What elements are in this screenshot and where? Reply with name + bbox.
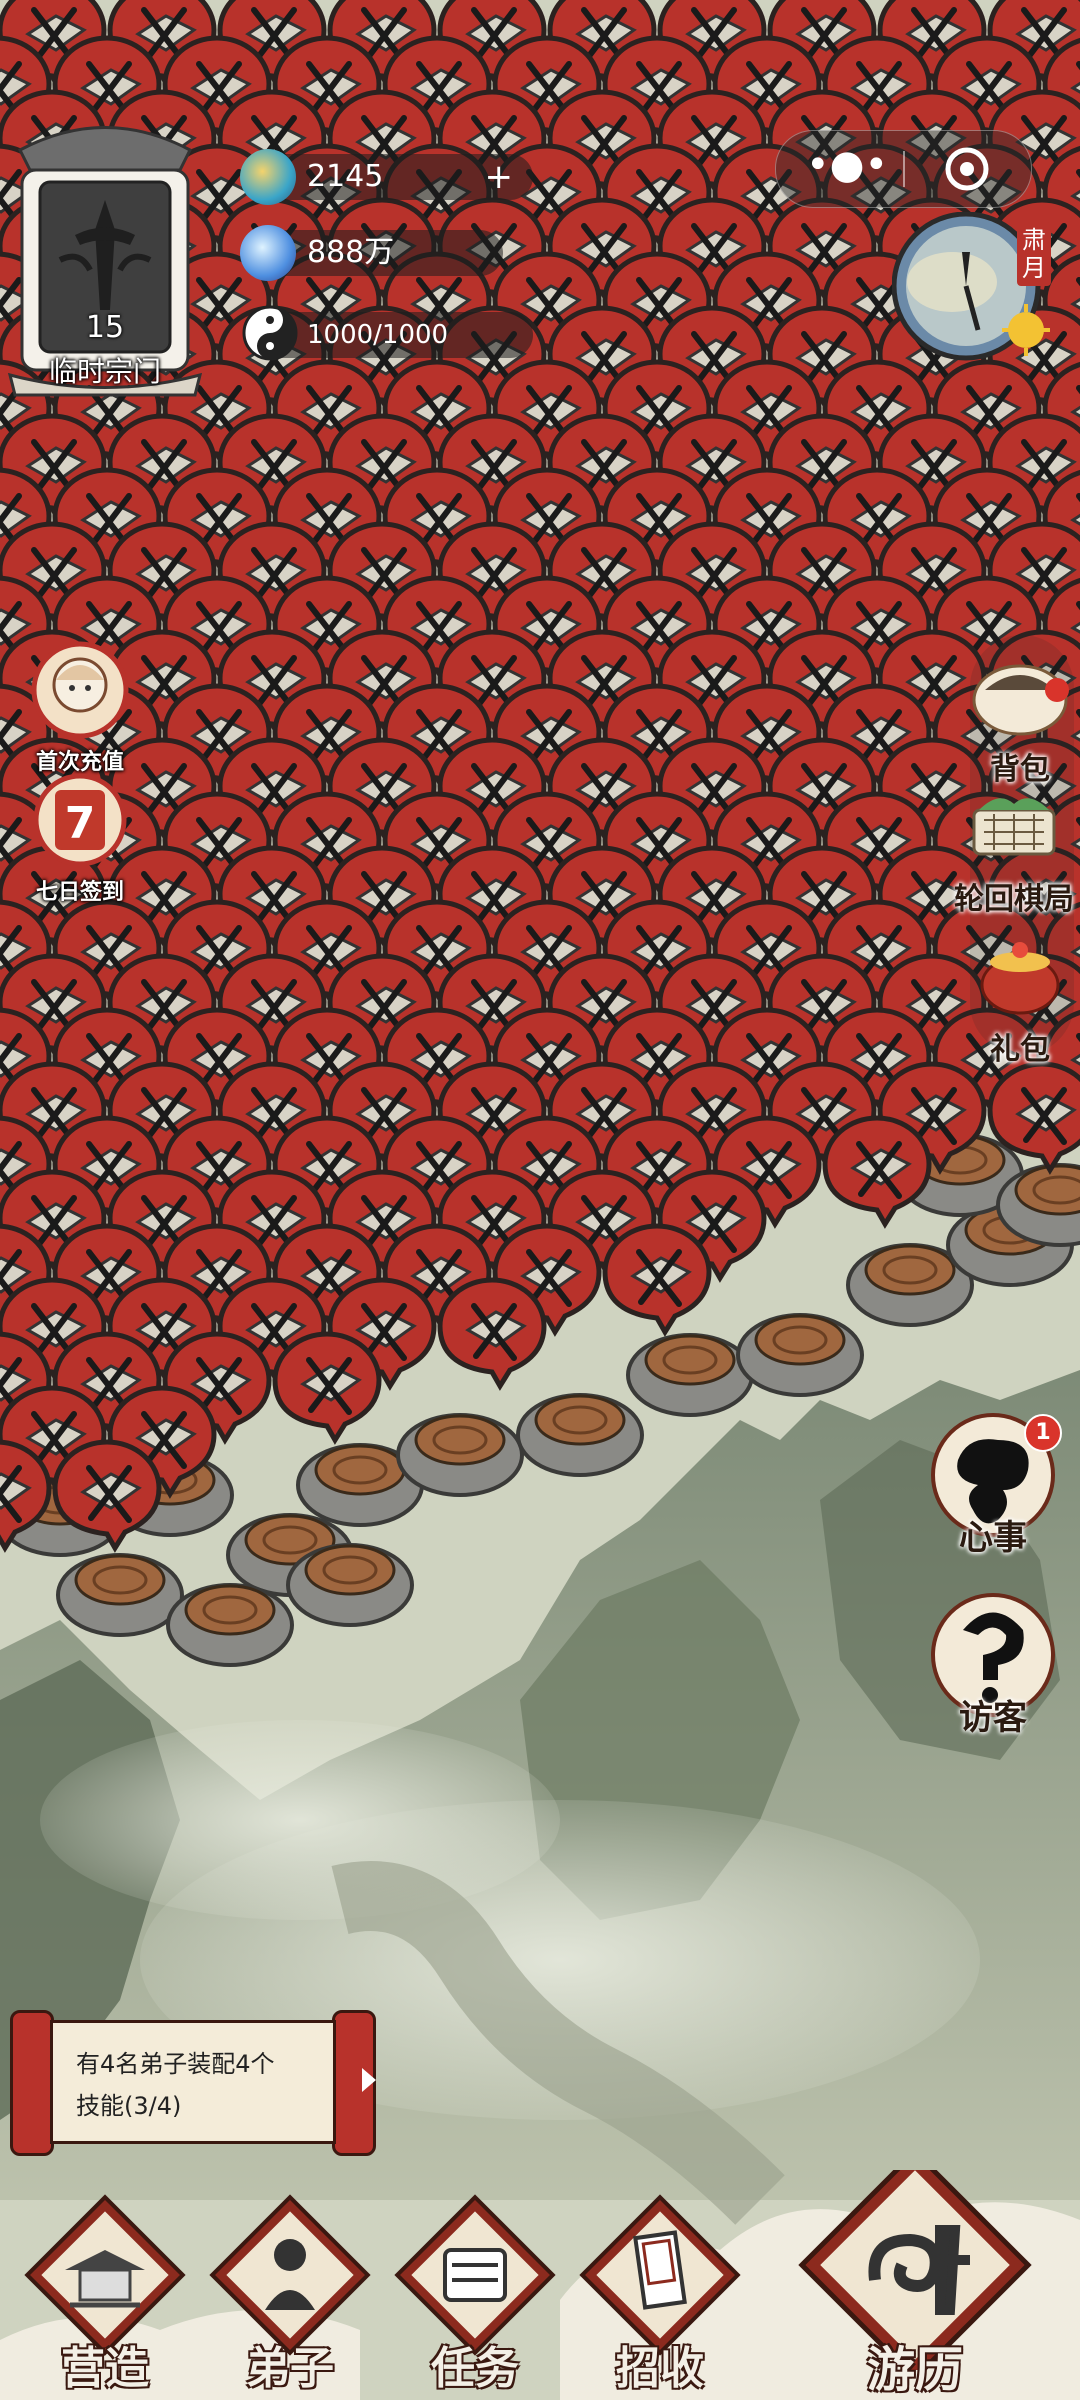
thoughts-badge: 1	[1024, 1414, 1062, 1452]
tree-stump	[166, 1583, 294, 1667]
scroll-arrow-icon	[362, 2068, 376, 2092]
seven-day-signin-button[interactable]: 7 七日签到	[20, 770, 140, 906]
nav-tasks-label: 任务	[431, 2343, 519, 2394]
scroll-paper	[50, 2020, 336, 2144]
nav-disciples-button[interactable]: 弟子	[205, 2190, 375, 2400]
seven-day-signin-label: 七日签到	[35, 880, 124, 905]
seven-day-signin-icon: 7	[33, 773, 127, 867]
visitors-label: 访客	[959, 1698, 1027, 1738]
thoughts-button[interactable]: 1 心事	[928, 1410, 1062, 1560]
backpack-label: 背包	[990, 752, 1050, 787]
scroll-left-roll	[10, 2010, 54, 2156]
first-recharge-button[interactable]: 首次充值	[20, 640, 140, 776]
taiji-icon	[242, 305, 298, 361]
gift-pot-icon	[980, 942, 1060, 1015]
more-dots-icon[interactable]: •●•	[806, 145, 888, 187]
sect-emblem[interactable]: 15 临时宗门	[0, 110, 210, 400]
nav-build-label: 营造	[61, 2343, 149, 2394]
reincarnation-chess-label: 轮回棋局	[954, 882, 1074, 917]
add-spirit-stone-button[interactable]: +	[485, 154, 514, 200]
tree-stump	[396, 1413, 524, 1497]
backpack-icon	[972, 664, 1069, 736]
quest-text-line1: 有4名弟子装配4个	[76, 2050, 275, 2078]
gift-pack-label: 礼包	[990, 1032, 1050, 1067]
crystal-value: 888万	[307, 235, 395, 270]
gift-pack-button[interactable]: 礼包	[960, 930, 1080, 1068]
capsule-divider	[903, 151, 905, 187]
chess-board-icon	[972, 798, 1056, 856]
first-recharge-icon	[31, 641, 129, 739]
nav-tasks-button[interactable]: 任务	[390, 2190, 560, 2400]
visitors-button[interactable]: 访客	[928, 1590, 1058, 1740]
backpack-button[interactable]: 背包	[960, 650, 1080, 788]
nav-recruit-label: 招收	[616, 2343, 704, 2394]
nav-recruit-button[interactable]: 招收	[575, 2190, 745, 2400]
miniprogram-capsule: •●•	[775, 130, 1032, 208]
crystal-icon	[240, 225, 296, 281]
tree-stump	[286, 1543, 414, 1627]
svg-text:7: 7	[65, 798, 96, 849]
sect-level: 15	[85, 310, 125, 345]
quest-text-line2: 技能(3/4)	[76, 2092, 182, 2120]
spirit-stone-value: 2145	[307, 159, 384, 194]
nav-disciples-label: 弟子	[246, 2343, 334, 2394]
season-label: 肃月	[1017, 222, 1051, 286]
sect-name: 临时宗门	[48, 355, 161, 388]
spirit-stone-icon	[240, 149, 296, 205]
nav-travel-label: 游历	[866, 2342, 963, 2398]
quest-scroll[interactable]: 有4名弟子装配4个 技能(3/4)	[10, 2010, 376, 2156]
nav-travel-button[interactable]: 游历	[790, 2148, 1040, 2400]
tree-stump	[626, 1333, 754, 1417]
target-close-icon[interactable]	[944, 146, 990, 192]
bottom-nav: 营造 弟子 任务 招收 游历	[0, 2148, 1080, 2400]
tree-stump	[56, 1553, 184, 1637]
reincarnation-chess-button[interactable]: 轮回棋局	[948, 790, 1080, 918]
thoughts-label: 心事	[959, 1518, 1027, 1558]
tree-stump	[516, 1393, 644, 1477]
season-clock[interactable]: 肃月	[891, 211, 1051, 361]
taiji-value: 1000/1000	[307, 320, 449, 350]
nav-build-button[interactable]: 营造	[20, 2190, 190, 2400]
tree-stump	[736, 1313, 864, 1397]
